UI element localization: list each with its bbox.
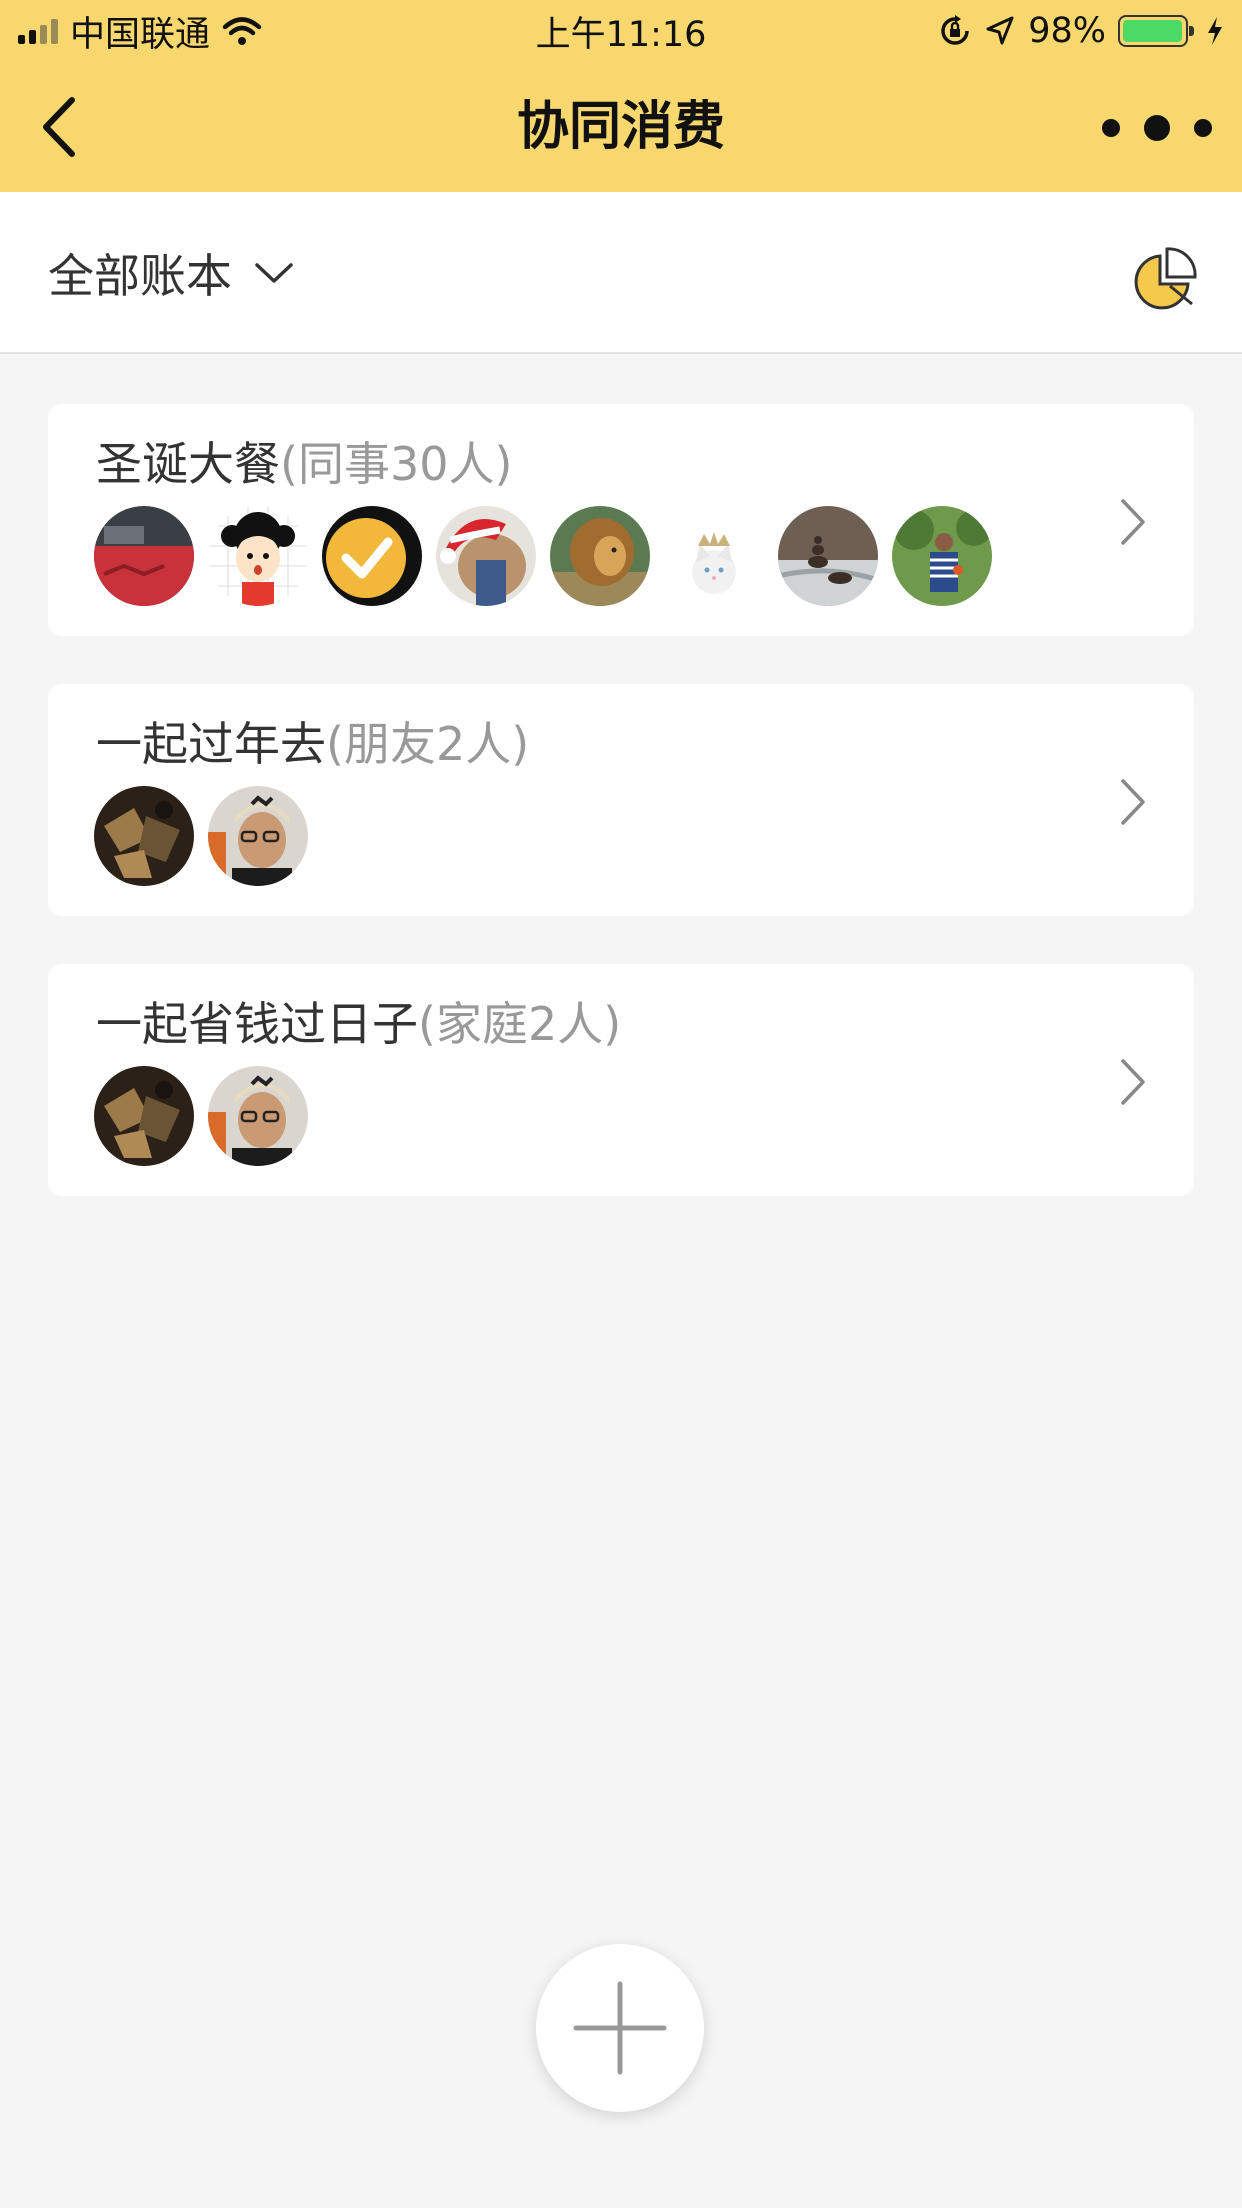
ledger-card[interactable]: 一起省钱过日子(家庭2人) — [48, 964, 1194, 1196]
charging-icon — [1208, 17, 1222, 45]
add-ledger-button[interactable] — [536, 1944, 704, 2112]
avatar — [94, 1066, 194, 1166]
ledger-card[interactable]: 圣诞大餐(同事30人) — [48, 404, 1194, 636]
ledger-group-info: (朋友2人) — [326, 717, 530, 771]
status-bar: 中国联通 上午11:16 98% — [0, 0, 1242, 62]
avatar — [94, 506, 194, 606]
chevron-right-icon — [1121, 779, 1145, 825]
ledger-group-info: (家庭2人) — [418, 997, 622, 1051]
member-avatars — [94, 506, 992, 606]
member-avatars — [94, 786, 308, 886]
nav-bar: 协同消费 — [0, 62, 1242, 192]
ledger-title: 圣诞大餐(同事30人) — [96, 428, 512, 494]
avatar — [208, 786, 308, 886]
rotation-lock-icon — [941, 15, 969, 45]
chevron-down-icon — [255, 263, 293, 283]
ledger-card[interactable]: 一起过年去(朋友2人) — [48, 684, 1194, 916]
ledger-group-info: (同事30人) — [280, 437, 513, 491]
chevron-right-icon — [1121, 1059, 1145, 1105]
pie-chart-icon — [1134, 247, 1197, 310]
avatar — [664, 506, 764, 606]
battery-fill — [1123, 20, 1182, 42]
page-title: 协同消费 — [516, 97, 725, 157]
filter-bar: 全部账本 — [0, 192, 1242, 354]
ledger-filter-dropdown[interactable]: 全部账本 — [48, 238, 294, 308]
ledger-name: 一起省钱过日子 — [96, 997, 418, 1051]
ledger-list: 圣诞大餐(同事30人) 一起过年去(朋友2人) 一起省钱过日子(家庭2人) — [48, 404, 1194, 1244]
avatar — [436, 506, 536, 606]
chevron-right-icon — [1121, 499, 1145, 545]
battery-icon — [1118, 15, 1194, 47]
ledger-filter-label: 全部账本 — [48, 249, 232, 303]
more-button[interactable] — [1102, 106, 1212, 150]
avatar — [778, 506, 878, 606]
statistics-button[interactable] — [1128, 246, 1198, 316]
avatar — [208, 1066, 308, 1166]
battery-percent: 98% — [1028, 11, 1106, 51]
more-dot-icon — [1144, 115, 1170, 141]
status-left: 中国联通 — [18, 6, 262, 57]
member-avatars — [94, 1066, 308, 1166]
carrier-name: 中国联通 — [70, 14, 211, 55]
avatar — [550, 506, 650, 606]
status-right: 98% — [938, 11, 1224, 51]
avatar — [322, 506, 422, 606]
signal-icon — [18, 18, 58, 44]
ledger-name: 一起过年去 — [96, 717, 326, 771]
ledger-name: 圣诞大餐 — [96, 437, 280, 491]
avatar — [892, 506, 992, 606]
ledger-title: 一起过年去(朋友2人) — [96, 708, 529, 774]
avatar — [94, 786, 194, 886]
wifi-icon — [222, 17, 262, 45]
avatar — [208, 506, 308, 606]
more-dot-icon — [1194, 119, 1212, 137]
ledger-title: 一起省钱过日子(家庭2人) — [96, 988, 621, 1054]
plus-icon — [573, 1981, 667, 2075]
location-icon — [986, 16, 1014, 45]
more-dot-icon — [1102, 119, 1120, 137]
